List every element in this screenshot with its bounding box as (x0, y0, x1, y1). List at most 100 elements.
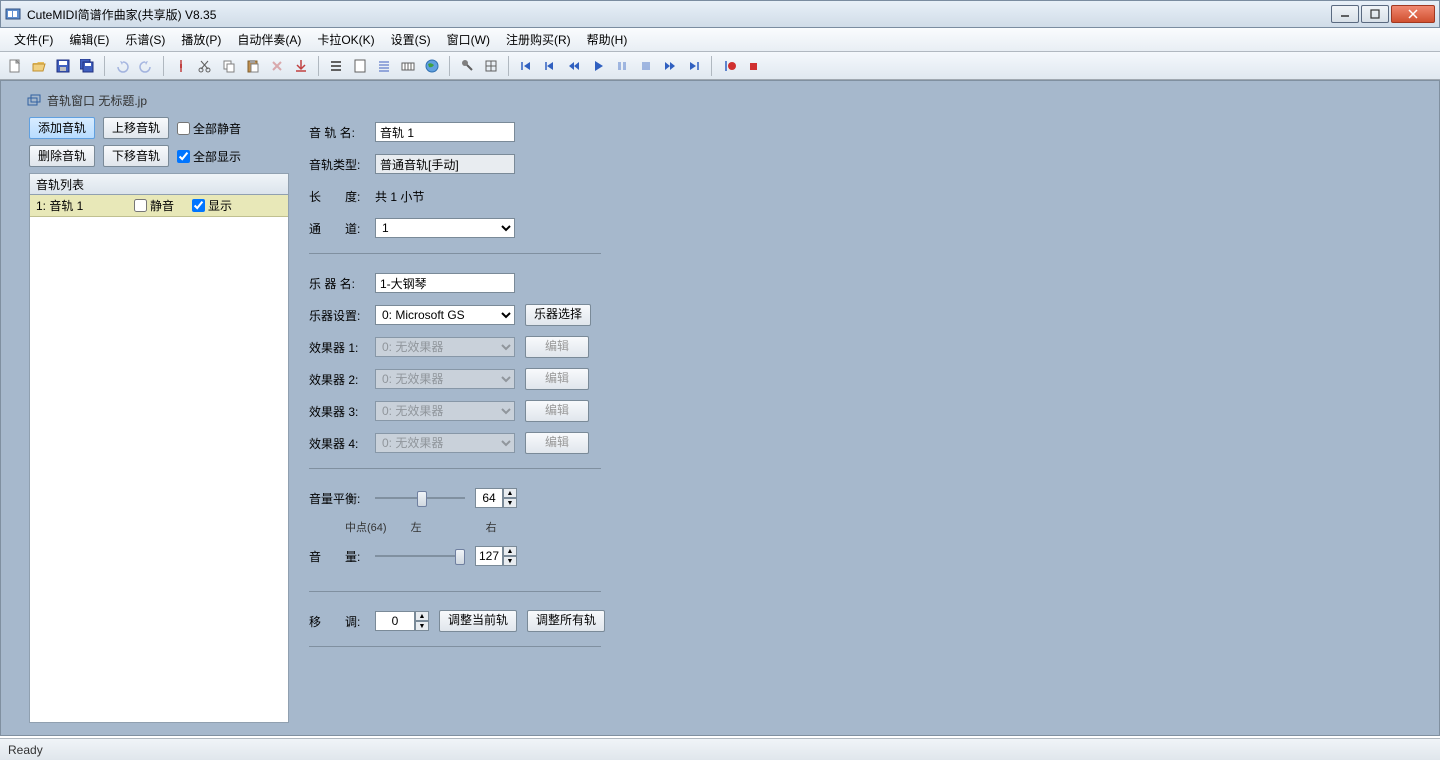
mute-all-checkbox[interactable]: 全部静音 (177, 120, 241, 137)
rewind-start-icon[interactable] (515, 55, 537, 77)
globe-icon[interactable] (421, 55, 443, 77)
cut-icon[interactable] (194, 55, 216, 77)
channel-select[interactable]: 1 (375, 218, 515, 238)
track-detail-panel: 音 轨 名: 音轨类型: 长 度: 共 1 小节 通 道: 1 (295, 111, 1433, 729)
track-name-label: 音 轨 名: (309, 124, 365, 141)
open-file-icon[interactable] (28, 55, 50, 77)
menu-score[interactable]: 乐谱(S) (117, 29, 173, 50)
mic-icon[interactable] (456, 55, 478, 77)
menu-play[interactable]: 播放(P) (173, 29, 229, 50)
volume-spinner[interactable]: ▲▼ (475, 546, 517, 566)
track-type-input[interactable] (375, 154, 515, 174)
record-stop-icon[interactable] (742, 55, 764, 77)
fx4-edit-button[interactable]: 编辑 (525, 432, 589, 454)
spin-down-icon[interactable]: ▼ (503, 556, 517, 566)
menu-register[interactable]: 注册购买(R) (498, 29, 579, 50)
spin-up-icon[interactable]: ▲ (415, 611, 429, 621)
pan-spinner[interactable]: ▲▼ (475, 488, 517, 508)
toolbar-separator (508, 56, 509, 76)
save-icon[interactable] (52, 55, 74, 77)
track-list[interactable]: 1: 音轨 1 静音 显示 (29, 195, 289, 723)
menu-karaoke[interactable]: 卡拉OK(K) (309, 29, 382, 50)
track-show-checkbox[interactable]: 显示 (192, 197, 232, 214)
undo-icon[interactable] (111, 55, 133, 77)
menu-settings[interactable]: 设置(S) (383, 29, 439, 50)
fx2-edit-button[interactable]: 编辑 (525, 368, 589, 390)
view-page-icon[interactable] (349, 55, 371, 77)
track-row-name: 1: 音轨 1 (36, 197, 116, 214)
toolbar-separator (449, 56, 450, 76)
spin-up-icon[interactable]: ▲ (503, 488, 517, 498)
spin-up-icon[interactable]: ▲ (503, 546, 517, 556)
pan-slider[interactable] (375, 488, 465, 508)
track-mute-checkbox[interactable]: 静音 (134, 197, 174, 214)
prev-icon[interactable] (539, 55, 561, 77)
track-row[interactable]: 1: 音轨 1 静音 显示 (30, 195, 288, 217)
instrument-select-button[interactable]: 乐器选择 (525, 304, 591, 326)
spin-down-icon[interactable]: ▼ (415, 621, 429, 631)
fx3-edit-button[interactable]: 编辑 (525, 400, 589, 422)
volume-label: 音 量: (309, 548, 365, 565)
grid-icon[interactable] (480, 55, 502, 77)
volume-slider[interactable] (375, 546, 465, 566)
fx4-select[interactable]: 0: 无效果器 (375, 433, 515, 453)
record-icon[interactable] (718, 55, 740, 77)
pause-icon[interactable] (611, 55, 633, 77)
channel-label: 通 道: (309, 220, 365, 237)
child-title: 音轨窗口 无标题.jp (47, 92, 147, 109)
menu-accomp[interactable]: 自动伴奏(A) (229, 29, 309, 50)
transpose-all-button[interactable]: 调整所有轨 (527, 610, 605, 632)
status-bar: Ready (0, 738, 1440, 760)
move-up-track-button[interactable]: 上移音轨 (103, 117, 169, 139)
view-list-icon[interactable] (325, 55, 347, 77)
divider (309, 591, 601, 592)
toolbar (0, 52, 1440, 80)
copy-icon[interactable] (218, 55, 240, 77)
transpose-spinner[interactable]: ▲▼ (375, 611, 429, 631)
delete-icon[interactable] (266, 55, 288, 77)
add-track-button[interactable]: 添加音轨 (29, 117, 95, 139)
maximize-button[interactable] (1361, 5, 1389, 23)
save-all-icon[interactable] (76, 55, 98, 77)
transpose-label: 移 调: (309, 613, 365, 630)
paste-icon[interactable] (242, 55, 264, 77)
back-icon[interactable] (563, 55, 585, 77)
view-keyboard-icon[interactable] (397, 55, 419, 77)
forward-icon[interactable] (659, 55, 681, 77)
fx1-select[interactable]: 0: 无效果器 (375, 337, 515, 357)
toolbar-separator (711, 56, 712, 76)
show-all-checkbox[interactable]: 全部显示 (177, 148, 241, 165)
track-name-input[interactable] (375, 122, 515, 142)
child-restore-icon[interactable] (27, 94, 41, 106)
spin-down-icon[interactable]: ▼ (503, 498, 517, 508)
track-list-header: 音轨列表 (29, 173, 289, 195)
title-bar: CuteMIDI简谱作曲家(共享版) V8.35 (0, 0, 1440, 28)
status-text: Ready (8, 743, 43, 757)
transpose-current-button[interactable]: 调整当前轨 (439, 610, 517, 632)
instrument-name-input[interactable] (375, 273, 515, 293)
new-file-icon[interactable] (4, 55, 26, 77)
move-down-track-button[interactable]: 下移音轨 (103, 145, 169, 167)
stop-icon[interactable] (635, 55, 657, 77)
marker-icon[interactable] (170, 55, 192, 77)
fx1-edit-button[interactable]: 编辑 (525, 336, 589, 358)
minimize-button[interactable] (1331, 5, 1359, 23)
redo-icon[interactable] (135, 55, 157, 77)
menu-window[interactable]: 窗口(W) (439, 29, 498, 50)
menu-help[interactable]: 帮助(H) (579, 29, 636, 50)
instrument-setting-label: 乐器设置: (309, 307, 365, 324)
download-icon[interactable] (290, 55, 312, 77)
close-button[interactable] (1391, 5, 1435, 23)
child-title-bar: 音轨窗口 无标题.jp (23, 89, 1433, 111)
view-lines-icon[interactable] (373, 55, 395, 77)
instrument-setting-select[interactable]: 0: Microsoft GS (375, 305, 515, 325)
instrument-name-label: 乐 器 名: (309, 275, 365, 292)
pan-label: 音量平衡: (309, 490, 365, 507)
play-icon[interactable] (587, 55, 609, 77)
delete-track-button[interactable]: 删除音轨 (29, 145, 95, 167)
fx3-select[interactable]: 0: 无效果器 (375, 401, 515, 421)
menu-file[interactable]: 文件(F) (6, 29, 61, 50)
fx2-select[interactable]: 0: 无效果器 (375, 369, 515, 389)
menu-edit[interactable]: 编辑(E) (61, 29, 117, 50)
next-icon[interactable] (683, 55, 705, 77)
